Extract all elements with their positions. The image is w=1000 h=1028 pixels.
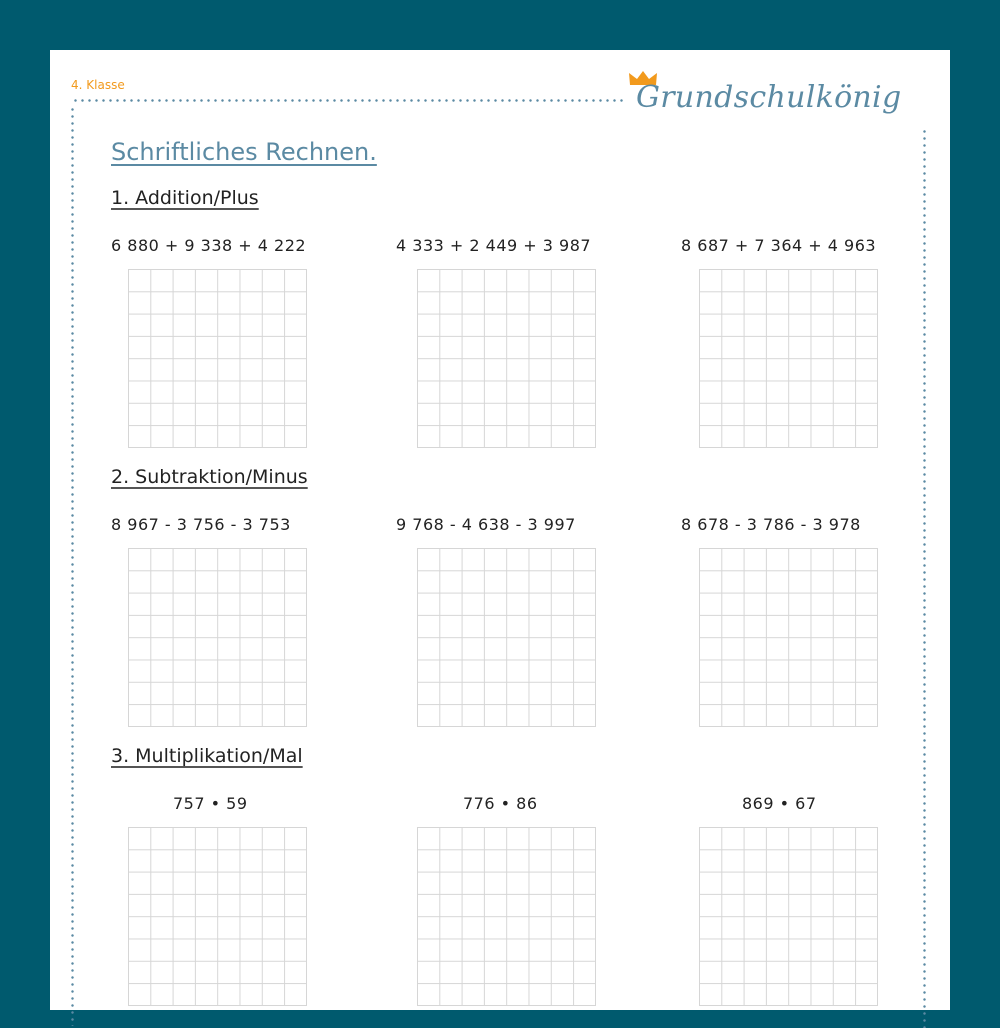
dotted-border-top <box>72 99 625 102</box>
task-expression: 8 687 + 7 364 + 4 963 <box>681 236 877 255</box>
brand-logo: Grundschulkönig <box>629 71 932 126</box>
task-expression: 869 • 67 <box>742 794 817 813</box>
section-title-multiplication: 3. Multiplikation/Mal <box>111 745 303 767</box>
task-expression: 8 678 - 3 786 - 3 978 <box>681 515 861 534</box>
task-expression: 757 • 59 <box>173 794 248 813</box>
dotted-border-left <box>71 106 74 1026</box>
answer-grid[interactable] <box>699 827 878 1006</box>
task-expression: 9 768 - 4 638 - 3 997 <box>396 515 576 534</box>
answer-grid[interactable] <box>417 827 596 1006</box>
answer-grid[interactable] <box>417 269 596 448</box>
answer-grid[interactable] <box>128 827 307 1006</box>
answer-grid[interactable] <box>417 548 596 727</box>
task-expression: 6 880 + 9 338 + 4 222 <box>111 236 307 255</box>
worksheet-title: Schriftliches Rechnen. <box>111 138 377 166</box>
worksheet-page: 4. Klasse Grundschulkönig Schriftliches … <box>50 50 950 1028</box>
dotted-border-right <box>923 128 926 1028</box>
answer-grid[interactable] <box>699 548 878 727</box>
brand-name: Grundschulkönig <box>636 80 902 115</box>
answer-grid[interactable] <box>699 269 878 448</box>
task-expression: 8 967 - 3 756 - 3 753 <box>111 515 291 534</box>
answer-grid[interactable] <box>128 269 307 448</box>
answer-grid[interactable] <box>128 548 307 727</box>
grade-label: 4. Klasse <box>71 78 125 92</box>
section-title-addition: 1. Addition/Plus <box>111 187 259 209</box>
task-expression: 4 333 + 2 449 + 3 987 <box>396 236 592 255</box>
task-expression: 776 • 86 <box>463 794 538 813</box>
section-title-subtraction: 2. Subtraktion/Minus <box>111 466 308 488</box>
